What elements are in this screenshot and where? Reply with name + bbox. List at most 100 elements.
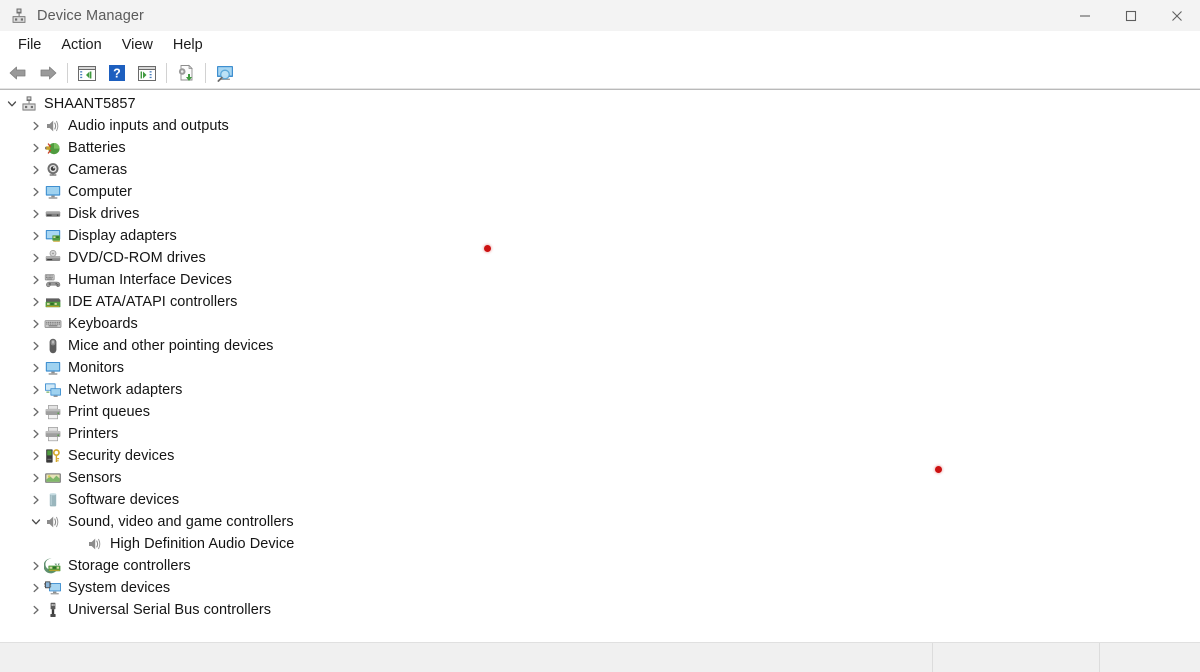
tree-row-software-devices[interactable]: Software devices [0,489,1200,511]
tree-row-computer[interactable]: Computer [0,181,1200,203]
tree-row-human-interface-devices[interactable]: Human Interface Devices [0,269,1200,291]
tree-row-universal-serial-bus-controllers[interactable]: Universal Serial Bus controllers [0,599,1200,621]
tree-row-ide-ata-atapi-controllers[interactable]: IDE ATA/ATAPI controllers [0,291,1200,313]
security-key-icon [44,447,62,465]
chevron-right-icon[interactable] [28,291,44,313]
cursor-marker-1 [484,245,491,252]
status-cell-2 [933,643,1100,672]
tree-item-label: DVD/CD-ROM drives [68,250,206,266]
tree-row-mice-and-other-pointing-devices[interactable]: Mice and other pointing devices [0,335,1200,357]
tree-row-keyboards[interactable]: Keyboards [0,313,1200,335]
chevron-down-icon[interactable] [4,93,20,115]
chevron-right-icon[interactable] [28,225,44,247]
tree-item-label: Sound, video and game controllers [68,514,294,530]
ide-controller-icon [44,293,62,311]
tree-item-label: High Definition Audio Device [110,536,295,552]
tree-row-batteries[interactable]: Batteries [0,137,1200,159]
battery-icon [44,139,62,157]
usb-icon [44,601,62,619]
chevron-right-icon[interactable] [28,313,44,335]
tree-row-security-devices[interactable]: Security devices [0,445,1200,467]
tree-row-cameras[interactable]: Cameras [0,159,1200,181]
tree-row-storage-controllers[interactable]: Storage controllers [0,555,1200,577]
tree-row-system-devices[interactable]: System devices [0,577,1200,599]
tree-item-label: System devices [68,580,171,596]
tree-row-network-adapters[interactable]: Network adapters [0,379,1200,401]
chevron-right-icon[interactable] [28,379,44,401]
chevron-right-icon[interactable] [28,445,44,467]
tree-item-label: Print queues [68,404,151,420]
software-device-icon [44,491,62,509]
tree-item-label: IDE ATA/ATAPI controllers [68,294,238,310]
tree-children-container: Audio inputs and outputs Batteries Cameras… [0,115,1200,621]
chevron-right-icon[interactable] [28,159,44,181]
cursor-marker-2 [935,466,942,473]
tree-item-label: Cameras [68,162,128,178]
chevron-right-icon[interactable] [28,357,44,379]
tree-row-printers[interactable]: Printers [0,423,1200,445]
chevron-right-icon[interactable] [28,467,44,489]
tree-item-label: Monitors [68,360,124,376]
menu-action[interactable]: Action [51,35,111,55]
chevron-placeholder [70,533,86,555]
chevron-right-icon[interactable] [28,247,44,269]
chevron-right-icon[interactable] [28,489,44,511]
tree-row-high-definition-audio-device[interactable]: High Definition Audio Device [0,533,1200,555]
tree-row-disk-drives[interactable]: Disk drives [0,203,1200,225]
chevron-right-icon[interactable] [28,335,44,357]
menu-file[interactable]: File [8,35,51,55]
mouse-icon [44,337,62,355]
minimize-button[interactable] [1062,0,1108,31]
maximize-button[interactable] [1108,0,1154,31]
chevron-right-icon[interactable] [28,203,44,225]
show-hidden-window-icon[interactable] [132,59,162,87]
device-tree[interactable]: SHAANT5857 Audio inputs and outputs Batte… [0,90,1200,642]
status-text-2 [933,643,1099,650]
tree-row-audio-inputs-and-outputs[interactable]: Audio inputs and outputs [0,115,1200,137]
tree-item-label: Batteries [68,140,126,156]
tree-item-label: Human Interface Devices [68,272,232,288]
chevron-right-icon[interactable] [28,181,44,203]
chevron-right-icon[interactable] [28,577,44,599]
tree-row-sound-video-and-game-controllers[interactable]: Sound, video and game controllers [0,511,1200,533]
update-driver-gear-icon[interactable] [171,59,201,87]
speaker-icon [86,535,104,553]
tree-item-label: Mice and other pointing devices [68,338,274,354]
display-adapter-icon [44,227,62,245]
tree-row-root[interactable]: SHAANT5857 [0,93,1200,115]
tree-row-monitors[interactable]: Monitors [0,357,1200,379]
scan-hardware-changes-icon[interactable] [210,59,240,87]
chevron-down-icon[interactable] [28,511,44,533]
menu-help[interactable]: Help [163,35,213,55]
toolbar-separator-1 [67,63,68,83]
title-bar: Device Manager [0,0,1200,31]
help-question-icon[interactable]: ? [102,59,132,87]
tree-row-sensors[interactable]: Sensors [0,467,1200,489]
tree-item-label: Security devices [68,448,175,464]
chevron-right-icon[interactable] [28,269,44,291]
chevron-right-icon[interactable] [28,137,44,159]
window-title: Device Manager [37,7,144,24]
svg-text:?: ? [113,67,121,81]
disk-drive-icon [44,205,62,223]
forward-arrow-icon[interactable] [33,59,63,87]
tree-row-display-adapters[interactable]: Display adapters [0,225,1200,247]
chevron-right-icon[interactable] [28,423,44,445]
speaker-icon [44,117,62,135]
properties-window-icon[interactable] [72,59,102,87]
tree-item-label: Software devices [68,492,180,508]
back-arrow-icon[interactable] [3,59,33,87]
chevron-right-icon[interactable] [28,401,44,423]
printer-icon [44,425,62,443]
system-device-icon [44,579,62,597]
chevron-right-icon[interactable] [28,115,44,137]
tree-item-label: Audio inputs and outputs [68,118,229,134]
chevron-right-icon[interactable] [28,555,44,577]
tree-row-print-queues[interactable]: Print queues [0,401,1200,423]
menu-view[interactable]: View [112,35,163,55]
tree-item-label: Network adapters [68,382,183,398]
chevron-right-icon[interactable] [28,599,44,621]
close-button[interactable] [1154,0,1200,31]
tree-row-dvd-cd-rom-drives[interactable]: DVD/CD-ROM drives [0,247,1200,269]
device-manager-window: Device Manager File Action View Help ? S… [0,0,1200,672]
